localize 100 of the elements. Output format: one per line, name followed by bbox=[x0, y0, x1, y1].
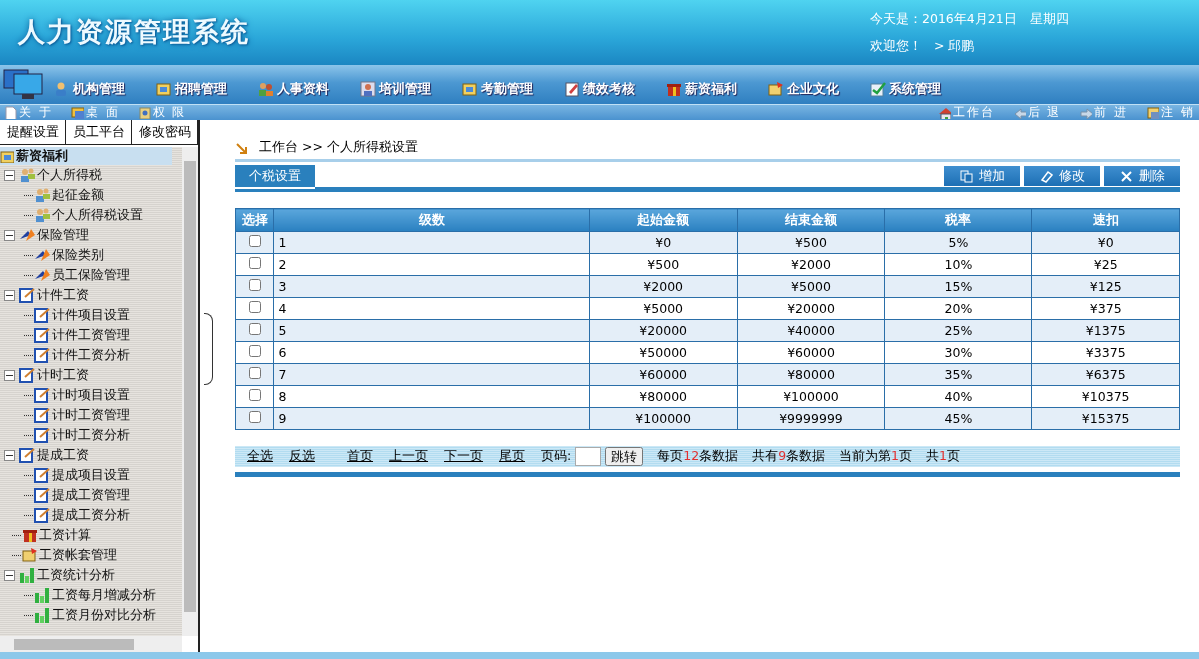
form-icon bbox=[34, 467, 51, 483]
tree-root[interactable]: 薪资福利 bbox=[0, 147, 172, 165]
tree-item[interactable]: 计件项目设置 bbox=[52, 306, 130, 324]
row-checkbox[interactable] bbox=[248, 345, 261, 357]
tree-item[interactable]: 提成工资 bbox=[37, 446, 89, 464]
pager-link[interactable]: 上一页 bbox=[389, 448, 428, 465]
pager-link[interactable]: 首页 bbox=[347, 448, 373, 465]
form-icon bbox=[34, 507, 51, 523]
table-cell: ¥80000 bbox=[737, 363, 885, 386]
table-cell: ¥3375 bbox=[1031, 341, 1180, 364]
column-header: 速扣 bbox=[1031, 208, 1180, 232]
form-icon bbox=[34, 327, 51, 343]
folder-icon bbox=[156, 80, 172, 97]
form-icon bbox=[34, 407, 51, 423]
tree-item[interactable]: 保险管理 bbox=[37, 226, 89, 244]
table-cell: ¥10375 bbox=[1031, 385, 1180, 408]
collapse-handle[interactable] bbox=[204, 313, 213, 385]
table-cell: 10% bbox=[884, 253, 1032, 276]
tree-item[interactable]: 工资每月增减分析 bbox=[52, 586, 156, 604]
bar-chart-icon bbox=[34, 607, 51, 623]
tree-item[interactable]: 个人所得税 bbox=[37, 166, 102, 184]
action-button[interactable]: 删除 bbox=[1104, 166, 1180, 186]
toggle-icon[interactable] bbox=[4, 289, 15, 301]
form-icon bbox=[34, 307, 51, 323]
tree-item[interactable]: 个人所得税设置 bbox=[52, 206, 143, 224]
toggle-icon[interactable] bbox=[4, 569, 15, 581]
table-cell: 2 bbox=[273, 253, 590, 276]
pager-link[interactable]: 下一页 bbox=[444, 448, 483, 465]
tree-item[interactable]: 工资帐套管理 bbox=[39, 546, 117, 564]
table-cell: 7 bbox=[273, 363, 590, 386]
pager-stat: 共1页 bbox=[926, 448, 960, 465]
horizontal-scrollbar[interactable] bbox=[0, 636, 182, 652]
table-cell: 25% bbox=[884, 319, 1032, 342]
section-tab[interactable]: 个税设置 bbox=[235, 165, 315, 189]
tree-item[interactable]: 提成项目设置 bbox=[52, 466, 130, 484]
table-cell: 45% bbox=[884, 407, 1032, 430]
table-cell: ¥25 bbox=[1031, 253, 1180, 276]
row-checkbox[interactable] bbox=[248, 367, 261, 379]
page-input[interactable] bbox=[575, 447, 602, 466]
table-cell: ¥60000 bbox=[737, 341, 885, 364]
tree-item[interactable]: 提成工资管理 bbox=[52, 486, 130, 504]
column-header: 选择 bbox=[235, 208, 274, 232]
row-checkbox[interactable] bbox=[248, 323, 261, 335]
table-cell: ¥0 bbox=[589, 231, 738, 254]
tree-item[interactable]: 计时工资管理 bbox=[52, 406, 130, 424]
tree-item[interactable]: 计时工资 bbox=[37, 366, 89, 384]
action-button[interactable]: 增加 bbox=[944, 166, 1020, 186]
tree-item[interactable]: 计件工资 bbox=[37, 286, 89, 304]
table-cell: 6 bbox=[273, 341, 590, 364]
table-cell: 4 bbox=[273, 297, 590, 320]
feather-icon bbox=[34, 247, 51, 263]
system-title: 人力资源管理系统 bbox=[18, 15, 250, 48]
tree-item[interactable]: 工资统计分析 bbox=[37, 566, 115, 584]
pager-link[interactable]: 反选 bbox=[289, 448, 315, 465]
feather-icon bbox=[34, 267, 51, 283]
row-checkbox[interactable] bbox=[248, 389, 261, 401]
pager-link[interactable]: 尾页 bbox=[499, 448, 525, 465]
computer-icon bbox=[2, 68, 44, 101]
form-icon bbox=[34, 427, 51, 443]
table-cell: ¥5000 bbox=[589, 297, 738, 320]
row-checkbox[interactable] bbox=[248, 411, 261, 423]
action-button[interactable]: 修改 bbox=[1024, 166, 1100, 186]
tree-item[interactable]: 计时项目设置 bbox=[52, 386, 130, 404]
table-cell: ¥5000 bbox=[737, 275, 885, 298]
row-checkbox[interactable] bbox=[248, 301, 261, 313]
table-cell: ¥100000 bbox=[737, 385, 885, 408]
feather-icon bbox=[19, 227, 36, 243]
vertical-scrollbar[interactable] bbox=[182, 147, 198, 636]
toggle-icon[interactable] bbox=[4, 169, 15, 181]
key-icon bbox=[137, 106, 151, 119]
user-name: > 邱鹏 bbox=[934, 38, 975, 55]
table-cell: 1 bbox=[273, 231, 590, 254]
jump-button[interactable]: 跳转 bbox=[605, 447, 644, 466]
tree-item[interactable]: 计件工资管理 bbox=[52, 326, 130, 344]
bar-chart-icon bbox=[34, 587, 51, 603]
toggle-icon[interactable] bbox=[4, 449, 15, 461]
table-cell: 20% bbox=[884, 297, 1032, 320]
tree-item[interactable]: 计时工资分析 bbox=[52, 426, 130, 444]
home-icon bbox=[937, 106, 951, 119]
table-cell: ¥2000 bbox=[589, 275, 738, 298]
tree-item[interactable]: 工资计算 bbox=[39, 526, 91, 544]
pager-link[interactable]: 全选 bbox=[247, 448, 273, 465]
row-checkbox[interactable] bbox=[248, 257, 261, 269]
tree-item[interactable]: 员工保险管理 bbox=[52, 266, 130, 284]
tree-item[interactable]: 提成工资分析 bbox=[52, 506, 130, 524]
tree-item[interactable]: 计件工资分析 bbox=[52, 346, 130, 364]
toggle-icon[interactable] bbox=[4, 369, 15, 381]
tree-item[interactable]: 起征金额 bbox=[52, 186, 104, 204]
tree-item[interactable]: 工资月份对比分析 bbox=[52, 606, 156, 624]
row-checkbox[interactable] bbox=[248, 279, 261, 291]
logout-icon bbox=[1146, 106, 1160, 119]
table-cell: ¥500 bbox=[589, 253, 738, 276]
people-icon bbox=[19, 167, 36, 183]
table-cell: ¥40000 bbox=[737, 319, 885, 342]
table-cell: ¥60000 bbox=[589, 363, 738, 386]
table-cell: ¥1375 bbox=[1031, 319, 1180, 342]
row-checkbox[interactable] bbox=[248, 235, 261, 247]
tree-item[interactable]: 保险类别 bbox=[52, 246, 104, 264]
toggle-icon[interactable] bbox=[4, 229, 15, 241]
table-cell: ¥20000 bbox=[589, 319, 738, 342]
